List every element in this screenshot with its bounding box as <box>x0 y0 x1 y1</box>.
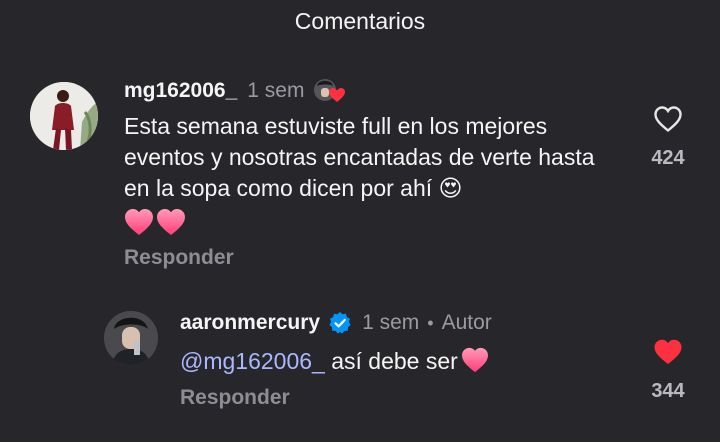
profile-photo-icon <box>30 82 98 150</box>
page-title: Comentarios <box>294 8 426 34</box>
like-count: 344 <box>651 380 685 402</box>
mention-link[interactable]: @mg162006_ <box>180 348 325 374</box>
verified-badge-icon <box>329 312 351 334</box>
author-avatar-heart-icon <box>314 79 346 102</box>
comment-header: aaronmercury 1 sem • Autor <box>180 308 620 338</box>
avatar[interactable] <box>104 311 158 365</box>
comment-text: @mg162006_ así debe ser <box>180 346 670 377</box>
reply-button[interactable]: Responder <box>124 246 624 270</box>
comments-screen: Comentarios mg162006_ 1 sem Esta semana … <box>0 0 720 442</box>
separator-dot: • <box>427 312 434 333</box>
like-button[interactable]: 424 <box>638 105 698 170</box>
comment-text: Esta semana estuviste full en los mejore… <box>124 113 595 201</box>
reply-button[interactable]: Responder <box>180 386 620 410</box>
heart-filled-icon[interactable] <box>653 338 683 366</box>
timestamp: 1 sem <box>362 311 420 334</box>
pink-heart-icon <box>461 347 488 373</box>
pink-heart-icon <box>157 209 185 235</box>
profile-photo-icon <box>104 311 158 365</box>
pink-heart-icon <box>125 209 153 235</box>
like-count: 424 <box>651 147 685 169</box>
reply-comment: aaronmercury 1 sem • Autor @mg162006_ as… <box>180 308 620 410</box>
heart-outline-icon[interactable] <box>653 105 683 133</box>
like-button[interactable]: 344 <box>638 338 698 403</box>
author-liked-badge <box>312 76 346 106</box>
username[interactable]: aaronmercury <box>180 311 320 335</box>
username[interactable]: mg162006_ <box>124 79 237 103</box>
reply-text: así debe ser <box>331 348 458 374</box>
comment: mg162006_ 1 sem Esta semana estuviste fu… <box>124 76 624 270</box>
avatar[interactable] <box>30 82 98 150</box>
author-label: Autor <box>441 311 492 334</box>
comment-header: mg162006_ 1 sem <box>124 76 624 106</box>
timestamp: 1 sem <box>247 79 305 102</box>
hearts-emoji <box>124 208 624 236</box>
